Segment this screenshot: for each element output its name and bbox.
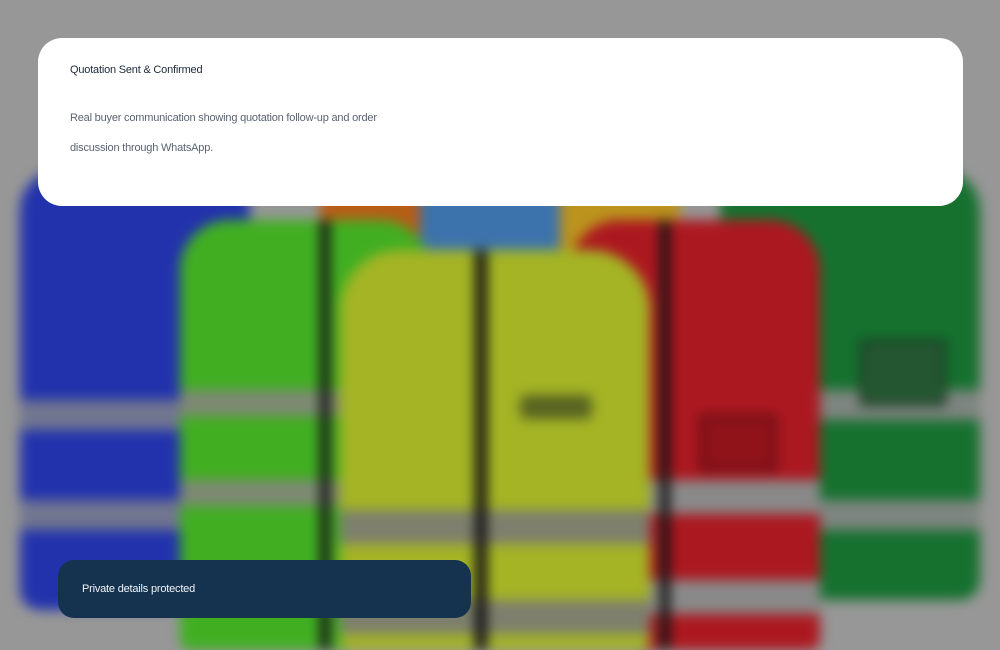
quotation-card: Quotation Sent & Confirmed Real buyer co… [38,38,963,206]
card-title: Quotation Sent & Confirmed [70,64,203,76]
privacy-badge-text: Private details protected [82,583,196,595]
card-description: Real buyer communication showing quotati… [70,112,377,154]
privacy-badge: Private details protected [58,560,471,618]
